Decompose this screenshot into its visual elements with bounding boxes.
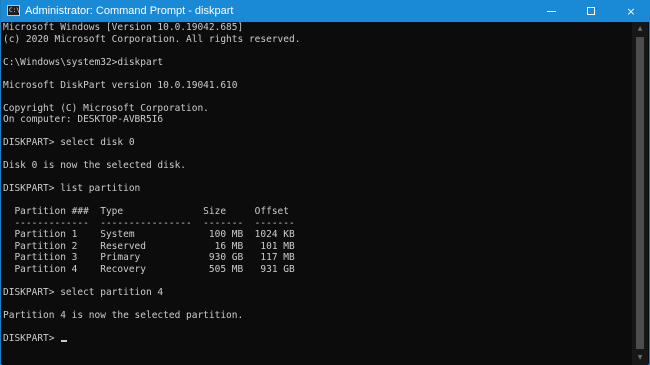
console-line: (c) 2020 Microsoft Corporation. All righ… (3, 33, 301, 45)
console-line: ------------- ---------------- ------- -… (3, 217, 295, 229)
scrollbar-thumb[interactable] (636, 37, 644, 349)
console-line: DISKPART> select partition 4 (3, 286, 164, 298)
console-line: Partition 4 is now the selected partitio… (3, 309, 244, 321)
console-line: Microsoft Windows [Version 10.0.19042.68… (3, 22, 244, 33)
command-prompt-window: C:\ Administrator: Command Prompt - disk… (0, 0, 650, 365)
title-bar[interactable]: C:\ Administrator: Command Prompt - disk… (1, 0, 650, 22)
console-line: Partition 1 System 100 MB 1024 KB (3, 229, 295, 240)
console-line: DISKPART> list partition (3, 183, 141, 194)
console-line: On computer: DESKTOP-AVBR5I6 (3, 114, 164, 125)
console-output[interactable]: Microsoft Windows [Version 10.0.19042.68… (2, 22, 633, 365)
vertical-scrollbar[interactable]: ▲ ▼ (632, 22, 648, 365)
console-line: Microsoft DiskPart version 10.0.19041.61… (3, 79, 238, 91)
scroll-down-arrow-icon[interactable]: ▼ (632, 351, 648, 365)
command-prompt-icon: C:\ (7, 5, 20, 16)
console-line: Disk 0 is now the selected disk. (3, 160, 187, 171)
close-icon: × (626, 4, 636, 18)
minimize-button[interactable] (531, 0, 571, 22)
close-button[interactable]: × (611, 0, 650, 22)
console-line: Partition 4 Recovery 505 MB 931 GB (3, 263, 295, 275)
scroll-up-arrow-icon[interactable]: ▲ (632, 22, 648, 36)
maximize-icon (587, 7, 595, 15)
minimize-icon (546, 10, 556, 12)
text-cursor (61, 339, 68, 342)
console-line: C:\Windows\system32>diskpart (3, 56, 164, 68)
console-line: Partition ### Type Size Offset (3, 206, 289, 217)
console-line: DISKPART> select disk 0 (3, 137, 135, 148)
console-line: Copyright (C) Microsoft Corporation. (3, 102, 209, 114)
console-line: Partition 2 Reserved 16 MB 101 MB (3, 240, 295, 252)
maximize-button[interactable] (571, 0, 611, 22)
window-title: Administrator: Command Prompt - diskpart (25, 5, 234, 17)
console-line: Partition 3 Primary 930 GB 117 MB (3, 252, 295, 263)
console-line: DISKPART> (2, 333, 633, 345)
